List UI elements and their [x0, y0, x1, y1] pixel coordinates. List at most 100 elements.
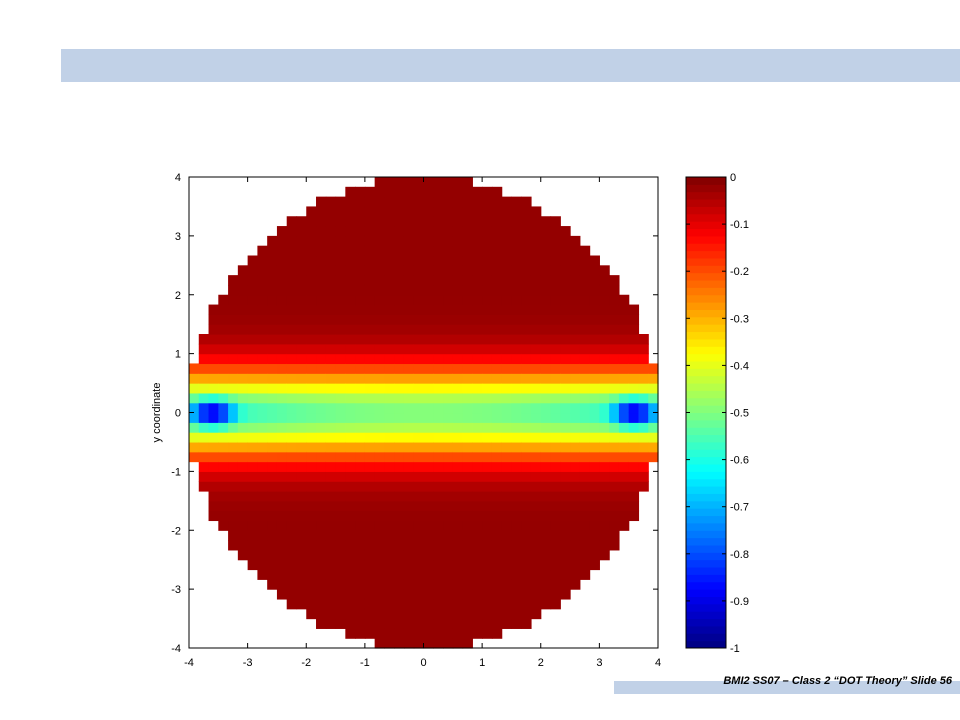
heatmap-cell	[228, 294, 239, 306]
heatmap-cell	[638, 432, 649, 443]
heatmap-cell	[609, 432, 620, 443]
heatmap-cell	[462, 540, 473, 551]
heatmap-cell	[413, 373, 425, 384]
heatmap-cell	[189, 363, 200, 374]
heatmap-cell	[433, 226, 444, 237]
heatmap-cell	[286, 461, 298, 472]
heatmap-cell	[413, 314, 425, 325]
heatmap-cell	[296, 491, 307, 502]
heatmap-cell	[560, 540, 571, 551]
heatmap-cell	[638, 383, 649, 394]
heatmap-cell	[609, 383, 620, 394]
heatmap-cell	[325, 510, 337, 522]
heatmap-cell	[423, 275, 434, 286]
heatmap-cell	[413, 461, 425, 472]
heatmap-cell	[638, 363, 649, 374]
heatmap-cell	[257, 540, 268, 551]
heatmap-cell	[540, 589, 552, 600]
heatmap-cell	[325, 608, 337, 620]
heatmap-cell	[452, 304, 464, 315]
heatmap-cell	[364, 363, 376, 374]
heatmap-cell	[462, 216, 473, 227]
heatmap-cell	[511, 363, 522, 374]
heatmap-cell	[247, 500, 258, 512]
heatmap-cell	[530, 589, 542, 600]
heatmap-cell	[276, 441, 288, 453]
heatmap-cell	[501, 206, 513, 217]
heatmap-cell	[452, 206, 464, 217]
heatmap-cell	[286, 441, 298, 453]
colorbar	[685, 176, 727, 649]
heatmap-cell	[491, 363, 503, 374]
heatmap-cell	[452, 471, 464, 482]
heatmap-cell	[433, 589, 444, 600]
heatmap-cell	[609, 491, 620, 502]
heatmap-cell	[540, 216, 552, 227]
heatmap-cell	[628, 343, 640, 355]
heatmap-cell	[501, 491, 513, 502]
heatmap-cell	[403, 569, 415, 580]
heatmap-cell	[491, 520, 503, 531]
heatmap-cell	[296, 235, 307, 247]
heatmap-cell	[394, 177, 405, 188]
heatmap-cell	[648, 402, 659, 414]
heatmap-cell	[550, 275, 561, 286]
heatmap-cell	[638, 392, 649, 404]
heatmap-cell	[218, 363, 229, 374]
heatmap-cell	[501, 559, 513, 571]
heatmap-cell	[286, 265, 298, 276]
heatmap-cell	[628, 314, 640, 325]
heatmap-cell	[267, 422, 278, 433]
heatmap-cell	[443, 353, 454, 365]
heatmap-cell	[384, 304, 395, 315]
heatmap-cell	[482, 245, 493, 257]
heatmap-cell	[433, 363, 444, 374]
colorbar-segment	[686, 265, 726, 274]
heatmap-cell	[286, 422, 298, 433]
heatmap-cell	[521, 540, 532, 551]
colorbar-segment	[686, 537, 726, 546]
heatmap-cell	[394, 432, 405, 443]
heatmap-cell	[364, 451, 376, 463]
heatmap-cell	[286, 216, 298, 227]
heatmap-cell	[530, 265, 542, 276]
heatmap-cell	[316, 206, 327, 217]
heatmap-cell	[618, 294, 630, 306]
heatmap-cell	[511, 510, 522, 522]
heatmap-cell	[384, 275, 395, 286]
heatmap-cell	[511, 422, 522, 433]
heatmap-cell	[433, 461, 444, 472]
heatmap-cell	[628, 373, 640, 384]
heatmap-cell	[306, 373, 317, 384]
heatmap-cell	[521, 461, 532, 472]
y-tick-label: 1	[175, 349, 181, 361]
colorbar-segment	[686, 544, 726, 553]
heatmap-cell	[609, 363, 620, 374]
heatmap-cell	[609, 353, 620, 365]
heatmap-cell	[550, 383, 561, 394]
heatmap-cell	[589, 334, 600, 345]
heatmap-cell	[589, 461, 600, 472]
colorbar-segment	[686, 589, 726, 597]
heatmap-cell	[423, 628, 434, 639]
heatmap-cell	[530, 235, 542, 247]
heatmap-cell	[540, 500, 552, 512]
heatmap-cell	[296, 441, 307, 453]
heatmap-cell	[413, 510, 425, 522]
heatmap-cell	[413, 598, 425, 610]
heatmap-cell	[560, 402, 571, 414]
heatmap-cell	[423, 392, 434, 404]
heatmap-cell	[403, 559, 415, 571]
heatmap-cell	[570, 294, 581, 306]
heatmap-cell	[638, 481, 649, 492]
heatmap-cell	[433, 392, 444, 404]
heatmap-cell	[384, 441, 395, 453]
heatmap-cell	[325, 235, 337, 247]
heatmap-cell	[443, 422, 454, 433]
heatmap-cell	[482, 294, 493, 306]
heatmap-cell	[452, 569, 464, 580]
heatmap-cell	[413, 255, 425, 266]
heatmap-cell	[423, 598, 434, 610]
heatmap-cell	[570, 373, 581, 384]
heatmap-cell	[228, 314, 239, 325]
